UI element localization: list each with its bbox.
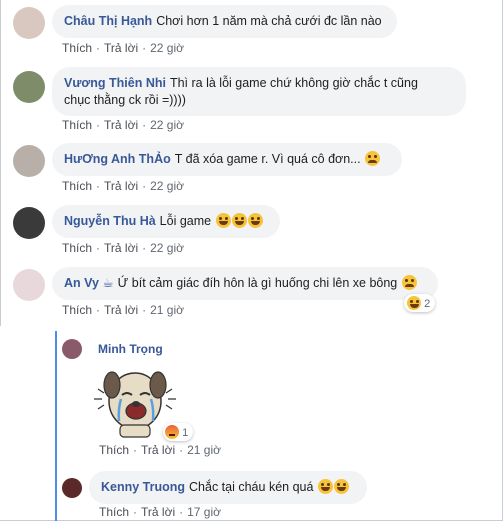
avatar[interactable] [13,269,45,301]
comment-bubble: HưƠng Anh ThẢo T đã xóa game r. Vì quá cô… [52,143,402,176]
frame-border-left [0,0,1,326]
reaction-count-badge[interactable]: 1 [163,423,194,441]
timestamp[interactable]: 21 giờ [187,443,221,457]
reply-link[interactable]: Trả lời [104,179,138,193]
comment-text: Chơi hơn 1 năm mà chả cưới đc lần nào [156,14,382,28]
haha-reaction-icon [407,296,421,310]
reply-link[interactable]: Trả lời [141,443,175,457]
timestamp[interactable]: 22 giờ [150,241,184,255]
avatar[interactable] [62,339,82,359]
laughing-face-emoji-icon [333,479,349,494]
timestamp[interactable]: 17 giờ [187,505,221,519]
crying-face-emoji-icon [365,151,381,166]
reply-thread-line [55,331,57,521]
timestamp[interactable]: 22 giờ [150,179,184,193]
avatar[interactable] [13,71,45,103]
angry-reaction-icon [165,425,179,439]
comment-bubble: Nguyễn Thu Hà Lỗi game [52,205,280,238]
reaction-count-badge[interactable]: 2 [404,294,436,312]
comment-meta: Thích · Trả lời · 22 giờ [62,179,184,193]
like-link[interactable]: Thích [62,303,92,317]
laughing-face-emoji-icon [317,479,333,494]
laughing-face-emoji-icon [231,213,247,228]
reply-link[interactable]: Trả lời [104,241,138,255]
comment-bubble: An Vy ☕ Ứ bít cảm giác đíh hôn là gì huốn… [52,267,438,300]
reply-link[interactable]: Trả lời [141,505,175,519]
reply-link[interactable]: Trả lời [104,118,138,132]
like-link[interactable]: Thích [62,241,92,255]
laughing-face-emoji-icon [247,213,263,228]
reaction-count: 1 [182,427,189,439]
commenter-name[interactable]: Minh Trọng [98,342,163,356]
reaction-count: 2 [424,298,431,310]
comment-text-line-1: Thì ra là lỗi game chứ không giờ chắc t … [169,76,418,90]
avatar[interactable] [13,207,45,239]
comment-meta: Thích · Trả lời · 17 giờ [99,505,221,519]
like-link[interactable]: Thích [99,505,129,519]
commenter-name[interactable]: Kenny Truong [101,480,185,494]
comment-meta: Thích · Trả lời · 22 giờ [62,41,184,55]
commenter-name[interactable]: Vương Thiên Nhi [64,76,166,90]
timestamp[interactable]: 21 giờ [150,303,184,317]
like-link[interactable]: Thích [62,118,92,132]
comment-text: Chắc tại cháu kén quá [189,480,314,494]
like-link[interactable]: Thích [62,41,92,55]
like-link[interactable]: Thích [62,179,92,193]
commenter-name[interactable]: An Vy ☕ [64,276,114,290]
comment-text: Lỗi game [159,214,212,228]
avatar[interactable] [13,7,45,39]
reply-link[interactable]: Trả lời [104,41,138,55]
comment-meta: Thích · Trả lời · 21 giờ [99,443,221,457]
laughing-face-emoji-icon [215,213,231,228]
timestamp[interactable]: 22 giờ [150,41,184,55]
comment-bubble: Kenny Truong Chắc tại cháu kén quá [89,471,367,504]
like-link[interactable]: Thích [99,443,129,457]
comment-bubble: Châu Thị Hạnh Chơi hơn 1 năm mà chả cưới … [52,5,397,38]
crying-face-emoji-icon [401,275,417,290]
commenter-name[interactable]: Nguyễn Thu Hà [64,214,156,228]
comment-bubble: Vương Thiên Nhi Thì ra là lỗi game chứ kh… [52,67,466,116]
reply-link[interactable]: Trả lời [104,303,138,317]
commenter-name[interactable]: HưƠng Anh ThẢo [64,152,171,166]
comment-text-line-2: chục thằng ck rồi =)))) [64,93,186,107]
comment-meta: Thích · Trả lời · 22 giờ [62,118,184,132]
comment-text: Ứ bít cảm giác đíh hôn là gì huống chi l… [117,276,398,290]
commenter-name[interactable]: Châu Thị Hạnh [64,14,152,28]
avatar[interactable] [62,478,82,498]
comment-text: T đã xóa game r. Vì quá cô đơn... [174,152,361,166]
timestamp[interactable]: 22 giờ [150,118,184,132]
avatar[interactable] [13,145,45,177]
comment-meta: Thích · Trả lời · 21 giờ [62,303,184,317]
comment-meta: Thích · Trả lời · 22 giờ [62,241,184,255]
